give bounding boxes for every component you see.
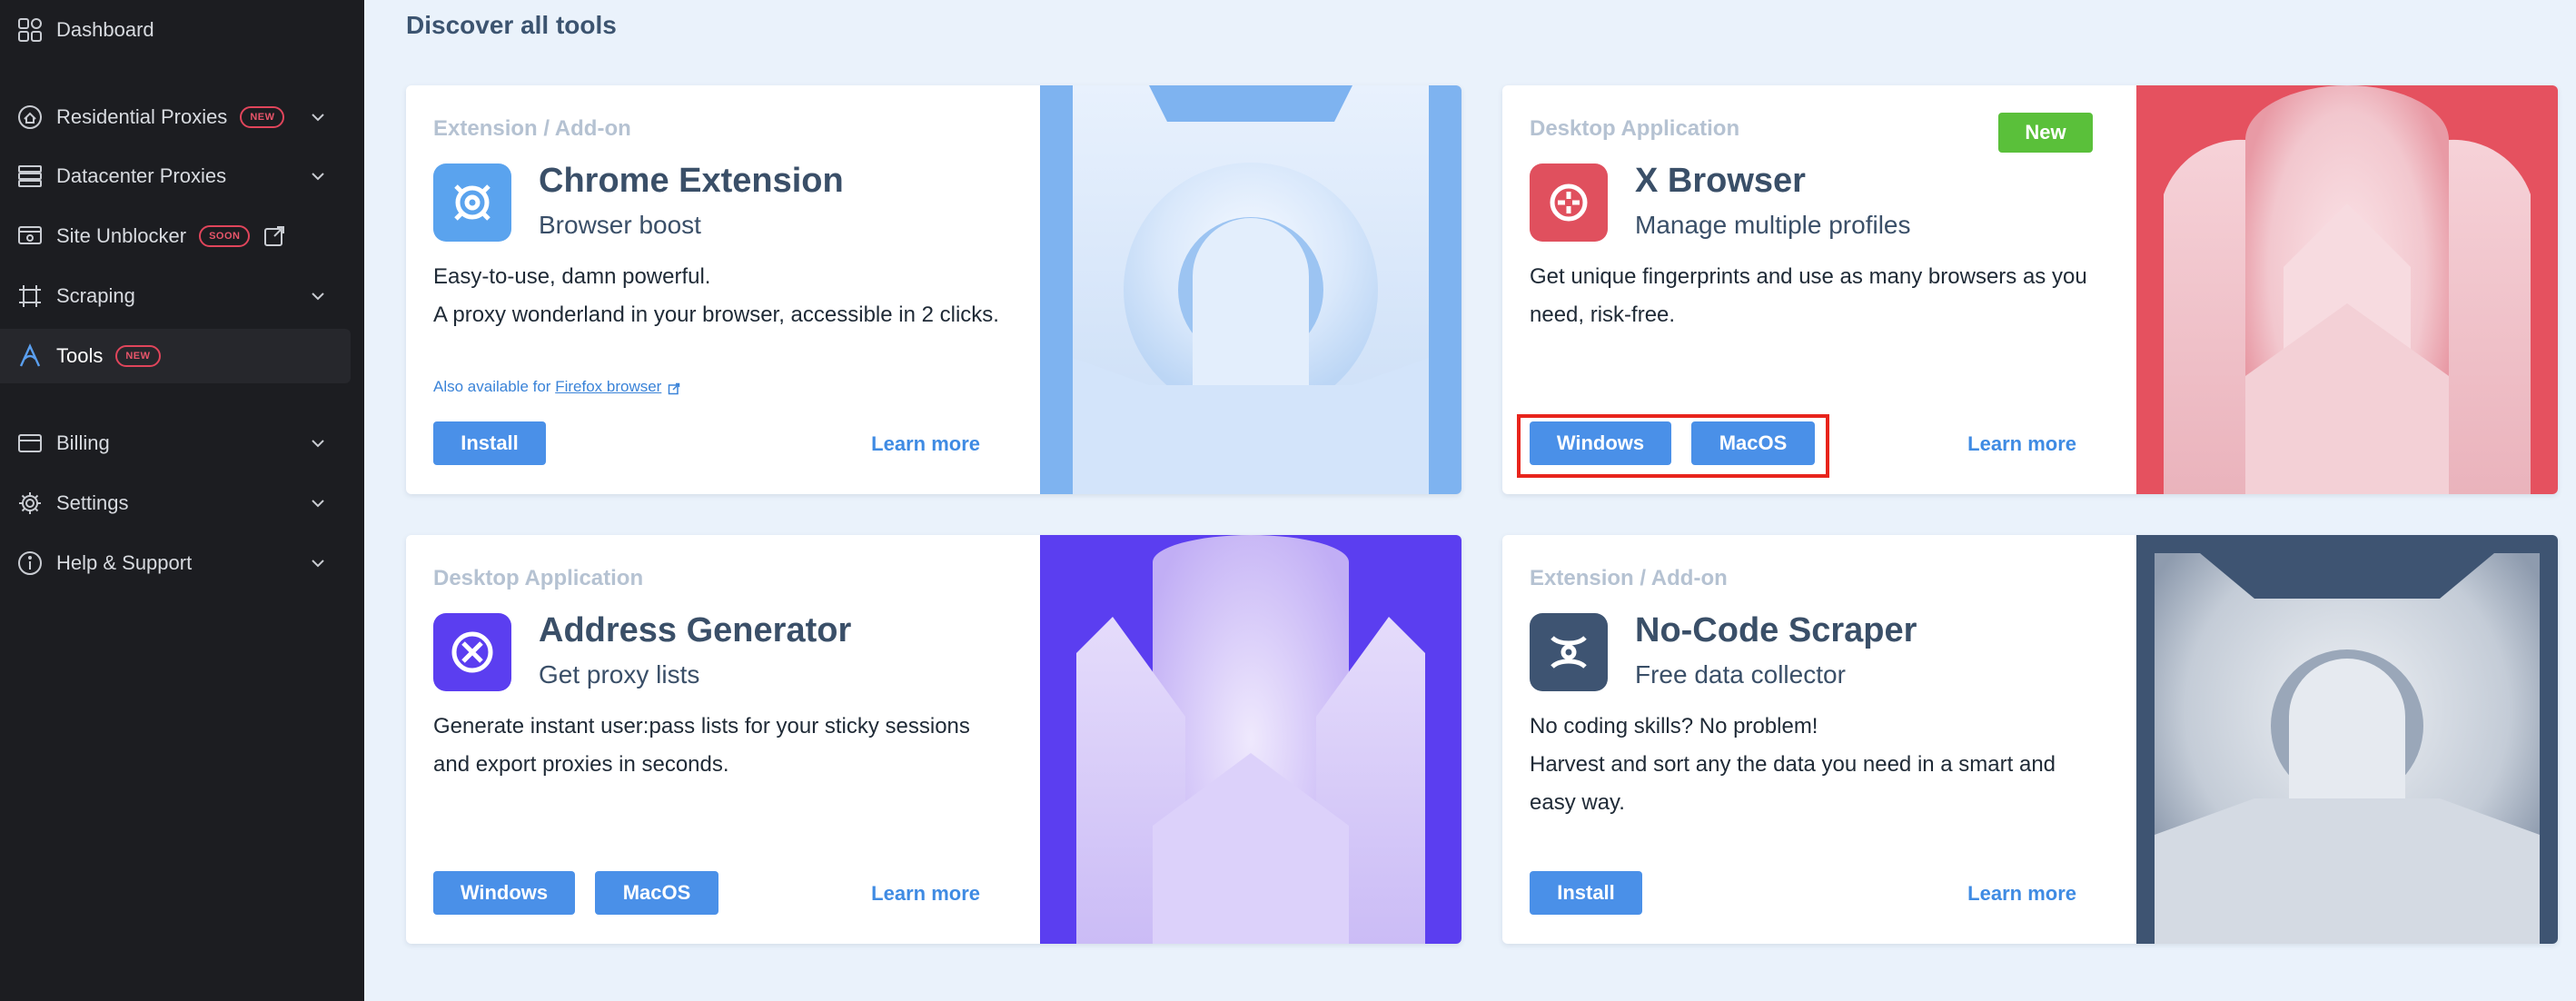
card-description-line: No coding skills? No problem!: [1530, 714, 1818, 738]
card-subtitle: Manage multiple profiles: [1635, 211, 1911, 239]
card-description: No coding skills? No problem! Harvest an…: [1530, 708, 2102, 822]
datacenter-icon: [16, 163, 44, 190]
install-button[interactable]: Install: [1530, 871, 1642, 915]
learn-more-link[interactable]: Learn more: [1967, 432, 2076, 456]
new-badge: NEW: [115, 345, 161, 367]
sidebar-item-help-support[interactable]: Help & Support: [0, 536, 351, 590]
card-description-line: Easy-to-use, damn powerful.: [433, 264, 711, 289]
chevron-down-icon[interactable]: [309, 108, 327, 126]
tools-icon: [16, 342, 44, 370]
sidebar-item-label: Site Unblocker: [56, 224, 187, 247]
sidebar-item-billing[interactable]: Billing: [0, 416, 351, 471]
chrome-extension-art: [1040, 85, 1461, 494]
card-category: Desktop Application: [1530, 116, 1740, 141]
sidebar-item-scraping[interactable]: Scraping: [0, 269, 351, 323]
x-browser-art: [2136, 85, 2558, 494]
card-description-line: Generate instant user:pass lists for you…: [433, 714, 970, 777]
sidebar-item-tools[interactable]: Tools NEW: [0, 329, 351, 383]
sidebar-item-label: Tools: [56, 344, 104, 367]
soon-badge: SOON: [199, 225, 251, 247]
page-title: Discover all tools: [406, 11, 617, 39]
sidebar-item-label: Help & Support: [56, 551, 193, 574]
sidebar-item-residential-proxies[interactable]: Residential Proxies NEW: [0, 90, 351, 144]
external-link-icon[interactable]: [263, 224, 286, 248]
sidebar-item-site-unblocker[interactable]: Site Unblocker SOON: [0, 209, 351, 263]
sidebar-item-dashboard[interactable]: Dashboard: [0, 3, 351, 57]
card-category: Desktop Application: [433, 566, 644, 590]
sidebar-item-label: Scraping: [56, 284, 135, 307]
learn-more-link[interactable]: Learn more: [871, 432, 980, 456]
card-title: X Browser: [1635, 162, 1806, 200]
sidebar-item-label: Billing: [56, 431, 110, 454]
unblocker-icon: [16, 223, 44, 250]
card-description: Easy-to-use, damn powerful. A proxy wond…: [433, 258, 1006, 334]
card-description-line: A proxy wonderland in your browser, acce…: [433, 302, 999, 327]
residential-icon: [16, 104, 44, 131]
macos-download-button[interactable]: MacOS: [595, 871, 718, 915]
tool-card-chrome-extension: Extension / Add-on Chrome Extension Brow…: [406, 85, 1461, 494]
card-description: Get unique fingerprints and use as many …: [1530, 258, 2102, 334]
sidebar-item-settings[interactable]: Settings: [0, 476, 351, 530]
dashboard-icon: [16, 16, 44, 44]
sidebar-item-label: Dashboard: [56, 18, 154, 41]
windows-download-button[interactable]: Windows: [433, 871, 575, 915]
gear-icon: [16, 490, 44, 517]
external-link-icon: [668, 382, 680, 394]
sidebar-item-label: Datacenter Proxies: [56, 164, 227, 187]
also-available-prefix: Also available for: [433, 378, 551, 395]
card-subtitle: Free data collector: [1635, 660, 1846, 689]
tool-card-x-browser: Desktop Application New X Browser Manage…: [1502, 85, 2558, 494]
card-description-line: Harvest and sort any the data you need i…: [1530, 752, 2056, 815]
scraping-icon: [16, 282, 44, 310]
no-code-scraper-art: [2136, 535, 2558, 944]
tool-card-address-generator: Desktop Application Address Generator Ge…: [406, 535, 1461, 944]
x-browser-logo-icon: [1530, 164, 1608, 242]
sidebar: Dashboard Residential Proxies NEW Datace…: [0, 0, 364, 1001]
chevron-down-icon[interactable]: [309, 554, 327, 572]
chevron-down-icon[interactable]: [309, 494, 327, 512]
billing-icon: [16, 430, 44, 457]
card-category: Extension / Add-on: [1530, 566, 1728, 590]
help-icon: [16, 550, 44, 577]
no-code-scraper-logo-icon: [1530, 613, 1608, 691]
sidebar-item-label: Residential Proxies: [56, 105, 228, 128]
chevron-down-icon[interactable]: [309, 434, 327, 452]
tool-card-no-code-scraper: Extension / Add-on No-Code Scraper Free …: [1502, 535, 2558, 944]
card-description: Generate instant user:pass lists for you…: [433, 708, 1006, 784]
address-generator-art: [1040, 535, 1461, 944]
new-badge: New: [1998, 113, 2093, 153]
card-subtitle: Get proxy lists: [539, 660, 700, 689]
install-button[interactable]: Install: [433, 421, 546, 465]
learn-more-link[interactable]: Learn more: [1967, 882, 2076, 906]
also-available-note: Also available for Firefox browser: [433, 378, 680, 396]
chevron-down-icon[interactable]: [309, 167, 327, 185]
sidebar-item-label: Settings: [56, 491, 129, 514]
chrome-extension-logo-icon: [433, 164, 511, 242]
card-category: Extension / Add-on: [433, 116, 631, 141]
macos-download-button[interactable]: MacOS: [1691, 421, 1815, 465]
chevron-down-icon[interactable]: [309, 287, 327, 305]
firefox-browser-link[interactable]: Firefox browser: [555, 378, 661, 395]
card-title: Address Generator: [539, 611, 852, 649]
card-title: Chrome Extension: [539, 162, 844, 200]
learn-more-link[interactable]: Learn more: [871, 882, 980, 906]
address-generator-logo-icon: [433, 613, 511, 691]
card-title: No-Code Scraper: [1635, 611, 1917, 649]
windows-download-button[interactable]: Windows: [1530, 421, 1671, 465]
new-badge: NEW: [240, 106, 285, 128]
card-description-line: Get unique fingerprints and use as many …: [1530, 264, 2087, 327]
sidebar-item-datacenter-proxies[interactable]: Datacenter Proxies: [0, 149, 351, 203]
card-subtitle: Browser boost: [539, 211, 701, 239]
